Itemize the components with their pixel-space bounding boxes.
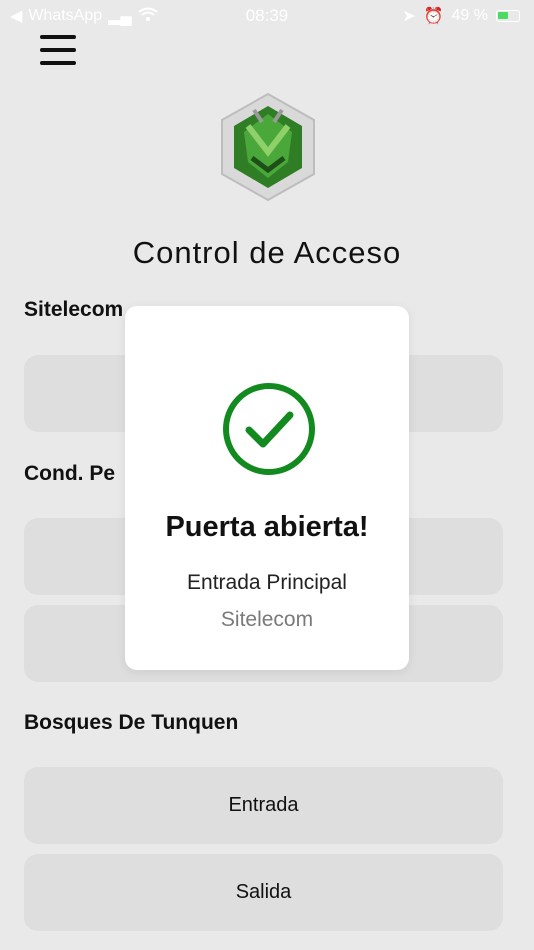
status-bar: ◀ WhatsApp ▂▄ 08:39 ➤ ⏰ 49 % [0, 0, 534, 32]
section-title-sitelecom: Sitelecom [24, 298, 124, 321]
door-opened-dialog[interactable]: Puerta abierta! Entrada Principal Sitele… [125, 306, 409, 670]
page-title: Control de Acceso [132, 235, 402, 270]
location-icon: ➤ [402, 8, 416, 25]
section-title-cond: Cond. Pe [24, 462, 116, 485]
dialog-title: Puerta abierta! [165, 511, 369, 543]
battery-percent: 49 % [451, 7, 488, 24]
alarm-icon: ⏰ [423, 8, 444, 25]
check-circle-icon [222, 382, 316, 476]
battery-icon [496, 10, 520, 22]
salida-button[interactable]: Salida [24, 854, 503, 931]
hamburger-menu-icon[interactable] [40, 35, 76, 67]
section-title-bosques: Bosques De Tunquen [24, 711, 239, 734]
status-right: ➤ ⏰ 49 % [402, 6, 520, 26]
entrada-button[interactable]: Entrada [24, 767, 503, 844]
app-logo [218, 92, 318, 202]
dialog-door-name: Entrada Principal [187, 571, 347, 594]
dialog-site-name: Sitelecom [220, 608, 314, 631]
